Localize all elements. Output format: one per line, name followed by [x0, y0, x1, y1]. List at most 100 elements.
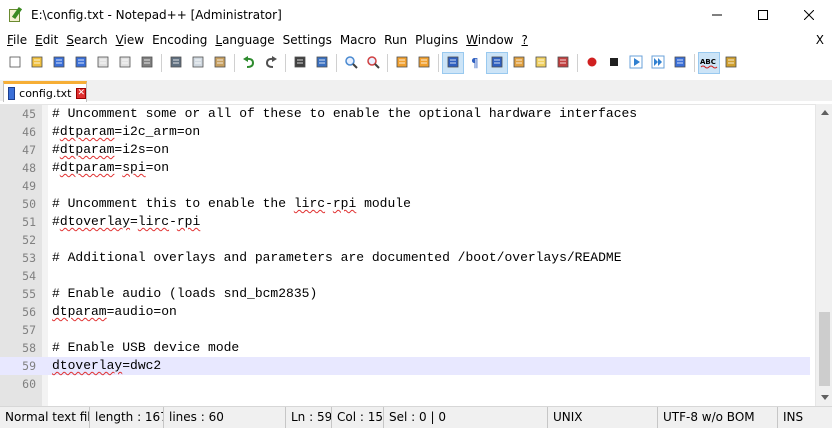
misspelled-word[interactable]: rpi [333, 196, 356, 211]
new-file-button[interactable] [4, 52, 26, 74]
stop-record-button[interactable] [603, 52, 625, 74]
open-file-button[interactable] [26, 52, 48, 74]
copy-button[interactable] [187, 52, 209, 74]
show-all-chars-button[interactable]: ¶ [464, 52, 486, 74]
sync-vertical-button[interactable] [391, 52, 413, 74]
sync-horizontal-button[interactable] [413, 52, 435, 74]
editor-line[interactable]: 51 #dtoverlay=lirc-rpi [0, 213, 810, 231]
editor-line[interactable]: 48 #dtparam=spi=on [0, 159, 810, 177]
status-eol-format[interactable]: UNIX [548, 406, 658, 428]
editor-line[interactable]: 57 [0, 321, 810, 339]
misspelled-word[interactable]: dtparam [60, 142, 115, 157]
status-insert-mode[interactable]: INS [778, 407, 832, 428]
undo-button[interactable] [238, 52, 260, 74]
menu-file[interactable]: File [0, 30, 31, 50]
line-text[interactable]: # Enable USB device mode [52, 339, 239, 357]
print-button[interactable] [136, 52, 158, 74]
misspelled-word[interactable]: lirc [138, 214, 169, 229]
line-text[interactable]: # Uncomment some or all of these to enab… [52, 105, 637, 123]
editor-line[interactable]: 50 # Uncomment this to enable the lirc-rp… [0, 195, 810, 213]
tab-config-txt[interactable]: config.txt ✕ [3, 81, 87, 102]
editor-area[interactable]: 45 # Uncomment some or all of these to en… [0, 104, 832, 406]
menu-help[interactable]: ? [517, 30, 531, 50]
find-button[interactable] [289, 52, 311, 74]
misspelled-word[interactable]: lirc [294, 196, 325, 211]
editor-line[interactable]: 49 [0, 177, 810, 195]
menu-window[interactable]: Window [462, 30, 517, 50]
notepadpp-app-icon[interactable] [8, 6, 24, 23]
replace-button[interactable] [311, 52, 333, 74]
misspelled-word[interactable]: dtoverlay [60, 214, 130, 229]
line-text[interactable]: # Enable audio (loads snd_bcm2835) [52, 285, 317, 303]
line-text[interactable]: #dtoverlay=lirc-rpi [52, 213, 200, 231]
menu-search[interactable]: Search [62, 30, 111, 50]
editor-line[interactable]: 46 #dtparam=i2c_arm=on [0, 123, 810, 141]
scrollbar-thumb[interactable] [819, 312, 830, 386]
save-button[interactable] [48, 52, 70, 74]
close-button[interactable] [92, 52, 114, 74]
editor-line[interactable]: 60 [0, 375, 810, 393]
misspelled-word[interactable]: dtparam [60, 160, 115, 175]
word-wrap-button[interactable] [442, 52, 464, 74]
editor-line[interactable]: 45 # Uncomment some or all of these to en… [0, 105, 810, 123]
minimize-button[interactable] [694, 0, 740, 30]
line-text[interactable]: # Uncomment this to enable the lirc-rpi … [52, 195, 411, 213]
misspelled-word[interactable]: spi [122, 160, 145, 175]
run-macro-multiple-button[interactable] [647, 52, 669, 74]
maximize-button[interactable] [740, 0, 786, 30]
tab-close-icon[interactable]: ✕ [76, 87, 86, 99]
line-text[interactable]: dtoverlay=dwc2 [52, 357, 161, 375]
line-text[interactable]: dtparam=audio=on [52, 303, 177, 321]
zoom-out-button[interactable] [362, 52, 384, 74]
editor-line[interactable]: 54 [0, 267, 810, 285]
editor-line[interactable]: 55 # Enable audio (loads snd_bcm2835) [0, 285, 810, 303]
zoom-in-button[interactable] [340, 52, 362, 74]
function-list-button[interactable] [530, 52, 552, 74]
misspelled-word[interactable]: dtoverlay [52, 358, 122, 373]
svg-text:¶: ¶ [471, 56, 479, 69]
line-text[interactable]: # Additional overlays and parameters are… [52, 249, 622, 267]
menu-edit[interactable]: Edit [31, 30, 62, 50]
menu-run[interactable]: Run [380, 30, 411, 50]
scroll-up-arrow-icon[interactable] [816, 104, 832, 121]
function-list-icon [534, 55, 548, 72]
play-macro-button[interactable] [625, 52, 647, 74]
spell-check-settings-button[interactable] [720, 52, 742, 74]
menu-plugins[interactable]: Plugins [411, 30, 462, 50]
cut-button[interactable] [165, 52, 187, 74]
save-macro-button[interactable] [669, 52, 691, 74]
menu-settings[interactable]: Settings [279, 30, 336, 50]
editor-line[interactable]: 47 #dtparam=i2s=on [0, 141, 810, 159]
scroll-down-arrow-icon[interactable] [816, 389, 832, 406]
menu-language[interactable]: Language [211, 30, 278, 50]
editor-line[interactable]: 53 # Additional overlays and parameters a… [0, 249, 810, 267]
paste-button[interactable] [209, 52, 231, 74]
menu-view[interactable]: View [112, 30, 148, 50]
record-macro-button[interactable] [581, 52, 603, 74]
close-window-button[interactable] [786, 0, 832, 30]
menu-encoding[interactable]: Encoding [148, 30, 211, 50]
line-text[interactable]: #dtparam=i2c_arm=on [52, 123, 200, 141]
vertical-scrollbar[interactable] [815, 104, 832, 406]
close-all-button[interactable] [114, 52, 136, 74]
editor-line[interactable]: 58 # Enable USB device mode [0, 339, 810, 357]
misspelled-word[interactable]: rpi [177, 214, 200, 229]
status-lines: lines : 60 [164, 406, 286, 428]
line-text[interactable]: #dtparam=i2s=on [52, 141, 169, 159]
redo-button[interactable] [260, 52, 282, 74]
editor-line[interactable]: 59 dtoverlay=dwc2 [0, 357, 810, 375]
menu-macro[interactable]: Macro [336, 30, 380, 50]
close-icon [96, 55, 110, 72]
close-document-button[interactable]: X [816, 30, 824, 50]
save-all-button[interactable] [70, 52, 92, 74]
spell-check-button[interactable]: ABC [698, 52, 720, 74]
misspelled-word[interactable]: dtparam [60, 124, 115, 139]
misspelled-word[interactable]: dtparam [52, 304, 107, 319]
folder-as-workspace-button[interactable] [552, 52, 574, 74]
editor-line[interactable]: 56 dtparam=audio=on [0, 303, 810, 321]
status-encoding[interactable]: UTF-8 w/o BOM [658, 406, 778, 428]
doc-map-button[interactable] [508, 52, 530, 74]
editor-line[interactable]: 52 [0, 231, 810, 249]
indent-guide-button[interactable] [486, 52, 508, 74]
line-text[interactable]: #dtparam=spi=on [52, 159, 169, 177]
